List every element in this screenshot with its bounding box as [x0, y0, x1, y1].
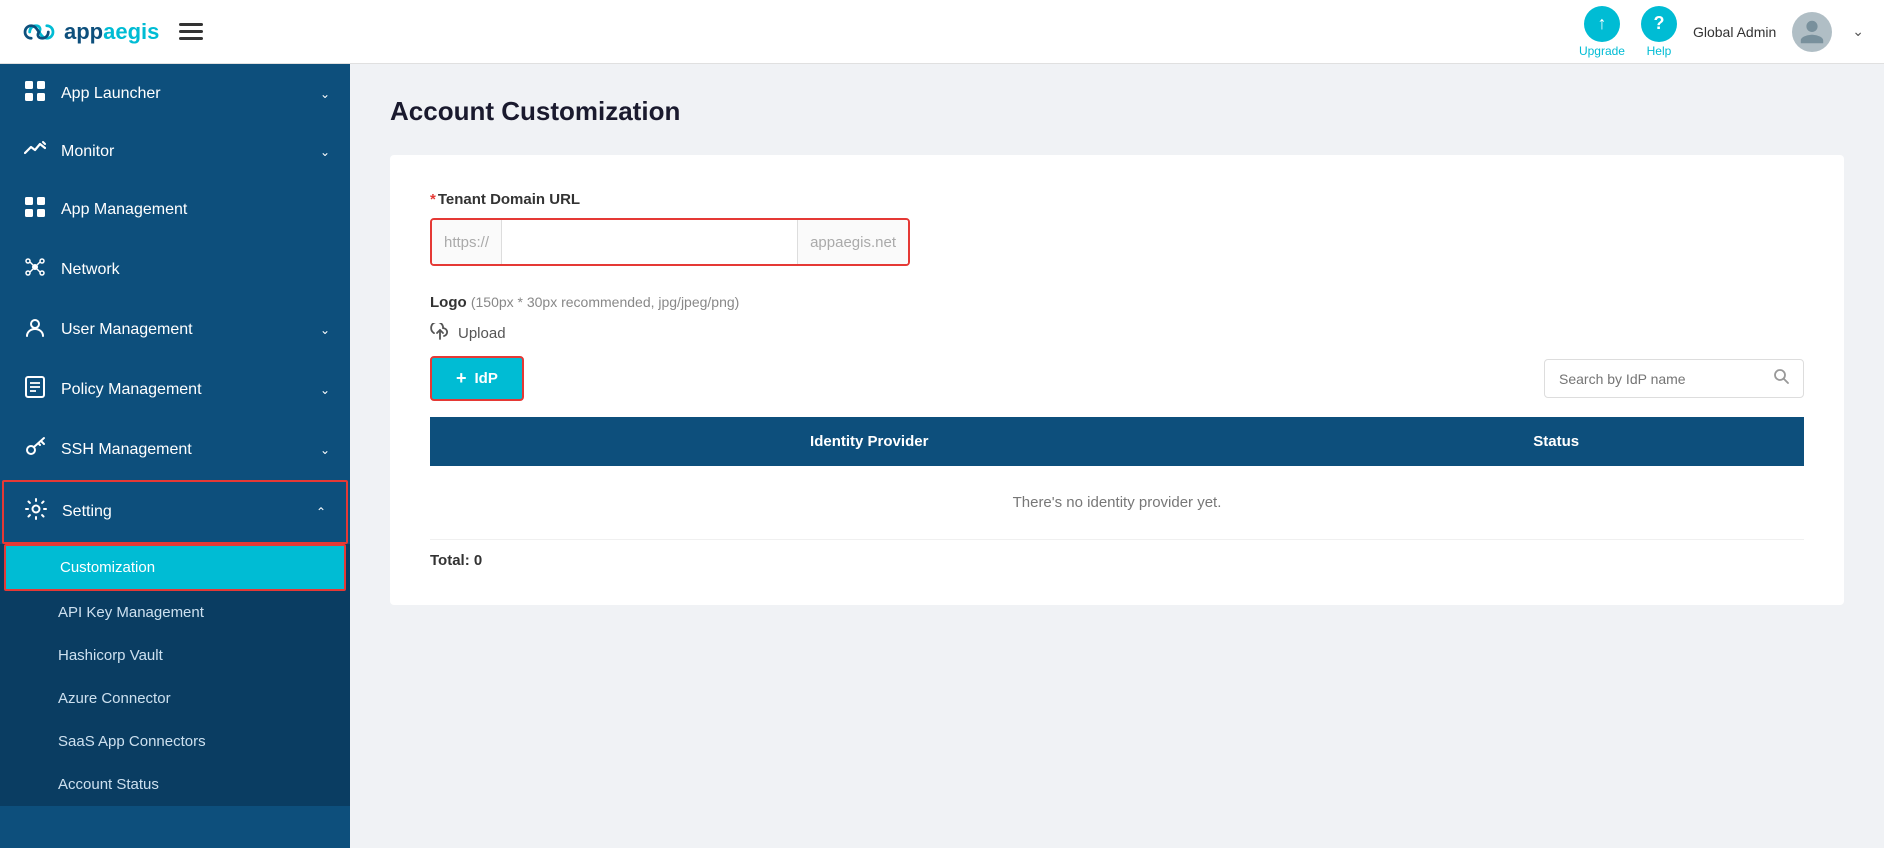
table-header-row: Identity Provider Status — [430, 417, 1804, 466]
hashicorp-vault-label: Hashicorp Vault — [58, 647, 163, 664]
plus-icon: + — [456, 368, 467, 389]
upload-button[interactable]: ▴💨 Upload — [430, 319, 506, 347]
logo-section: Logo (150px * 30px recommended, jpg/jpeg… — [430, 294, 1804, 348]
sidebar-sub-item-azure-connector[interactable]: Azure Connector — [0, 677, 350, 720]
saas-app-connectors-label: SaaS App Connectors — [58, 733, 206, 750]
sidebar-item-app-management[interactable]: App Management — [0, 180, 350, 240]
sidebar-item-label-policy-management: Policy Management — [61, 381, 306, 399]
page-title: Account Customization — [390, 96, 1844, 127]
layout: App Launcher ⌄ Monitor ⌄ App Management … — [0, 64, 1884, 848]
setting-chevron: ⌃ — [316, 505, 326, 519]
idp-header-row: + IdP — [430, 356, 1804, 401]
header-right: ↑ Upgrade ? Help Global Admin ⌄ — [1579, 6, 1864, 58]
ssh-management-icon — [23, 436, 47, 464]
required-asterisk: * — [430, 191, 436, 208]
idp-table-body: There's no identity provider yet. — [430, 466, 1804, 540]
sidebar-item-policy-management[interactable]: Policy Management ⌄ — [0, 360, 350, 420]
idp-section: + IdP Identity Provider Status — [430, 356, 1804, 569]
domain-prefix: https:// — [432, 220, 502, 264]
logo-infinity-icon — [20, 18, 58, 46]
idp-search-wrapper — [1544, 359, 1804, 398]
search-icon — [1773, 368, 1789, 389]
empty-message: There's no identity provider yet. — [430, 466, 1804, 540]
col-status: Status — [1308, 417, 1804, 466]
upload-cloud-icon — [430, 323, 450, 343]
table-row-empty: There's no identity provider yet. — [430, 466, 1804, 540]
upgrade-button[interactable]: ↑ Upgrade — [1579, 6, 1625, 58]
logo-field-label: Logo (150px * 30px recommended, jpg/jpeg… — [430, 294, 1804, 311]
upgrade-icon: ↑ — [1584, 6, 1620, 42]
logo: appaegis — [20, 18, 159, 46]
user-management-icon — [23, 316, 47, 344]
logo-hint: (150px * 30px recommended, jpg/jpeg/png) — [471, 294, 740, 310]
ssh-management-chevron: ⌄ — [320, 443, 330, 457]
add-idp-label: IdP — [475, 370, 498, 387]
domain-suffix: appaegis.net — [797, 220, 908, 264]
policy-management-chevron: ⌄ — [320, 383, 330, 397]
hamburger-menu[interactable] — [179, 23, 203, 40]
sidebar-item-label-app-management: App Management — [61, 201, 330, 219]
app-management-icon — [23, 196, 47, 224]
sidebar-sub-item-saas-app-connectors[interactable]: SaaS App Connectors — [0, 720, 350, 763]
sidebar-item-label-setting: Setting — [62, 503, 302, 521]
sidebar-sub-item-account-status[interactable]: Account Status — [0, 763, 350, 806]
sidebar-item-label-app-launcher: App Launcher — [61, 85, 306, 103]
idp-search-input[interactable] — [1559, 371, 1765, 387]
sidebar-item-label-ssh-management: SSH Management — [61, 441, 306, 459]
header-left: appaegis — [20, 18, 203, 46]
total-count: Total: 0 — [430, 552, 1804, 569]
api-key-management-label: API Key Management — [58, 604, 204, 621]
tenant-domain-input-wrapper: https:// appaegis.net — [430, 218, 910, 266]
sidebar-item-network[interactable]: Network — [0, 240, 350, 300]
user-management-chevron: ⌄ — [320, 323, 330, 337]
logo-text: appaegis — [64, 19, 159, 45]
account-status-label: Account Status — [58, 776, 159, 793]
user-chevron-icon[interactable]: ⌄ — [1852, 23, 1864, 40]
sidebar-item-app-launcher[interactable]: App Launcher ⌄ — [0, 64, 350, 124]
idp-table: Identity Provider Status There's no iden… — [430, 417, 1804, 540]
tenant-domain-label: *Tenant Domain URL — [430, 191, 1804, 208]
sidebar-item-ssh-management[interactable]: SSH Management ⌄ — [0, 420, 350, 480]
upload-label: Upload — [458, 325, 506, 342]
customization-label: Customization — [60, 559, 155, 576]
sidebar-sub-item-hashicorp-vault[interactable]: Hashicorp Vault — [0, 634, 350, 677]
app-launcher-chevron: ⌄ — [320, 87, 330, 101]
sidebar-item-label-monitor: Monitor — [61, 143, 306, 161]
idp-table-header: Identity Provider Status — [430, 417, 1804, 466]
sidebar-item-label-user-management: User Management — [61, 321, 306, 339]
monitor-icon — [23, 140, 47, 164]
add-idp-button[interactable]: + IdP — [430, 356, 524, 401]
app-launcher-icon — [23, 80, 47, 108]
policy-management-icon — [23, 376, 47, 404]
tenant-domain-input[interactable] — [502, 234, 797, 251]
sidebar-item-setting[interactable]: Setting ⌃ — [2, 480, 348, 544]
col-identity-provider: Identity Provider — [430, 417, 1308, 466]
monitor-chevron: ⌄ — [320, 145, 330, 159]
avatar-icon — [1798, 18, 1826, 46]
network-icon — [23, 256, 47, 284]
sidebar-sub-item-customization[interactable]: Customization — [4, 544, 346, 591]
main-content: Account Customization *Tenant Domain URL… — [350, 64, 1884, 848]
sidebar: App Launcher ⌄ Monitor ⌄ App Management … — [0, 64, 350, 848]
sidebar-item-user-management[interactable]: User Management ⌄ — [0, 300, 350, 360]
tenant-domain-section: *Tenant Domain URL https:// appaegis.net — [430, 191, 1804, 266]
help-button[interactable]: ? Help — [1641, 6, 1677, 58]
avatar[interactable] — [1792, 12, 1832, 52]
sidebar-item-label-network: Network — [61, 261, 330, 279]
sidebar-sub-item-api-key-management[interactable]: API Key Management — [0, 591, 350, 634]
sidebar-submenu: Customization API Key Management Hashico… — [0, 544, 350, 806]
help-icon: ? — [1641, 6, 1677, 42]
user-label: Global Admin — [1693, 24, 1776, 40]
header: appaegis ↑ Upgrade ? Help Global Admin ⌄ — [0, 0, 1884, 64]
sidebar-item-monitor[interactable]: Monitor ⌄ — [0, 124, 350, 180]
setting-icon — [24, 498, 48, 526]
customization-card: *Tenant Domain URL https:// appaegis.net… — [390, 155, 1844, 605]
azure-connector-label: Azure Connector — [58, 690, 171, 707]
